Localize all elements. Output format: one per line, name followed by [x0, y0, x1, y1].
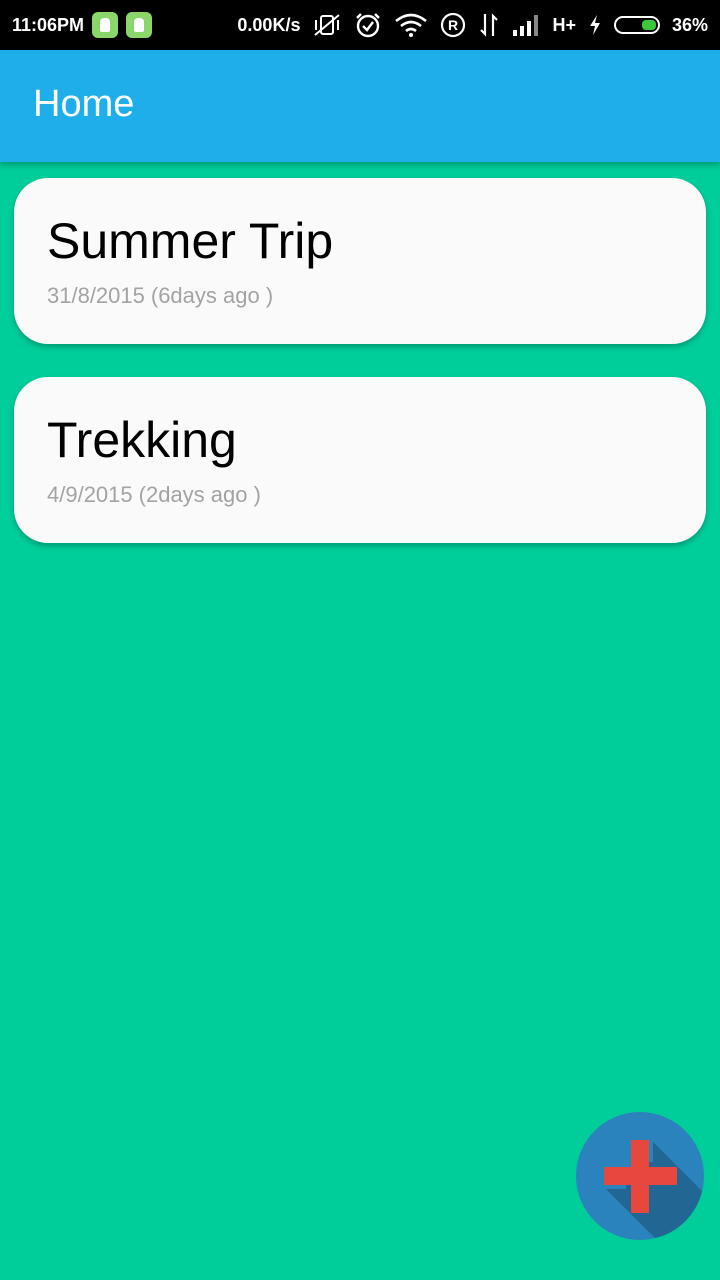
battery-icon — [613, 16, 660, 34]
status-bar: 11:06PM 0.00K/s R H+ 36% — [0, 0, 720, 50]
vibrate-off-icon — [312, 13, 342, 37]
trip-date: 4/9/2015 — [47, 482, 133, 507]
trip-title: Summer Trip — [47, 213, 334, 269]
wifi-icon — [394, 13, 428, 37]
trip-date: 31/8/2015 — [47, 283, 145, 308]
trip-ago: (6days ago ) — [150, 283, 274, 308]
svg-text:R: R — [448, 17, 458, 33]
alarm-icon — [354, 12, 382, 38]
trip-title: Trekking — [47, 412, 237, 468]
trip-card[interactable]: Trekking 4/9/2015 (2days ago ) — [14, 377, 706, 543]
plus-icon — [604, 1140, 704, 1240]
charging-icon — [588, 14, 602, 36]
data-transfer-icon — [478, 12, 500, 38]
net-speed: 0.00K/s — [237, 14, 301, 35]
status-time: 11:06PM — [12, 14, 85, 35]
app-bar: Home — [0, 50, 720, 162]
notification-app-icon — [126, 12, 153, 38]
page-title: Home — [33, 82, 135, 125]
add-trip-button[interactable] — [576, 1112, 704, 1240]
trip-meta: 4/9/2015 (2days ago ) — [47, 484, 267, 506]
battery-percent: 36% — [671, 14, 708, 35]
trip-card[interactable]: Summer Trip 31/8/2015 (6days ago ) — [14, 178, 706, 344]
trip-ago: (2days ago ) — [138, 482, 261, 507]
notification-app-icon — [92, 12, 119, 38]
signal-icon — [512, 14, 540, 36]
roaming-icon: R — [440, 12, 466, 38]
network-type: H+ — [552, 14, 576, 35]
trip-meta: 31/8/2015 (6days ago ) — [47, 285, 279, 307]
